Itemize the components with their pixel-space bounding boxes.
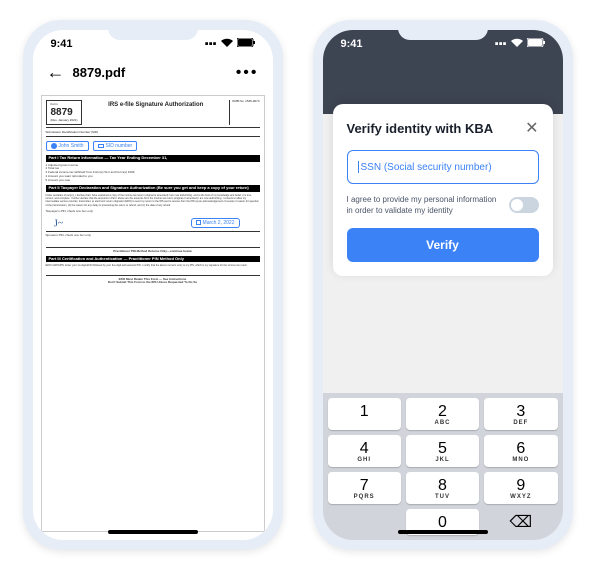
status-icons: ▪▪▪ xyxy=(495,38,545,50)
phone-frame-left: 9:41 ▪▪▪ ← 8879.pdf ••• Form 88 xyxy=(23,20,283,550)
kba-modal: Verify identity with KBA ✕ SSN (Social s… xyxy=(333,104,553,276)
footer-2: Don't Submit This Form to the IRS Unless… xyxy=(46,281,260,285)
form-number: 8879 xyxy=(51,107,78,119)
calendar-icon xyxy=(196,220,201,225)
screen-right: 9:41 ▪▪▪ Verify identity with KBA ✕ SSN … xyxy=(323,30,563,540)
battery-icon xyxy=(237,38,255,50)
taxpayer-pin-label: Taxpayer's PIN: check one box only xyxy=(46,210,260,214)
key-2[interactable]: 2ABC xyxy=(406,398,479,430)
back-arrow-icon[interactable]: ← xyxy=(47,62,65,83)
name-field[interactable]: John Smith xyxy=(46,141,89,151)
user-icon xyxy=(51,143,57,149)
home-indicator[interactable] xyxy=(398,530,488,534)
sid-field[interactable]: SID number xyxy=(93,141,138,151)
wifi-icon xyxy=(221,38,233,50)
part2-header: Part II Taxpayer Declaration and Signatu… xyxy=(46,185,260,192)
ssn-input[interactable]: SSN (Social security number) xyxy=(347,150,539,184)
ero-sig-line xyxy=(46,270,260,276)
part3-header: Part III Certification and Authenticatio… xyxy=(46,256,260,263)
key-1[interactable]: 1 xyxy=(328,398,401,430)
spouse-sig-line xyxy=(46,240,260,248)
form-title: IRS e-file Signature Authorization xyxy=(82,100,229,125)
toggle-knob xyxy=(511,199,523,211)
id-icon xyxy=(98,144,104,148)
phone-frame-right: 9:41 ▪▪▪ Verify identity with KBA ✕ SSN … xyxy=(313,20,573,550)
key-8[interactable]: 8TUV xyxy=(406,472,479,504)
key-7[interactable]: 7PQRS xyxy=(328,472,401,504)
part3-body: ERO's EFIN/PIN. Enter your six-digit EFI… xyxy=(46,264,260,267)
form-8879: Form 8879 (Rev. January 2021) IRS e-file… xyxy=(41,95,265,532)
pin-method-label: Practitioner PIN Method Returns Only—con… xyxy=(46,250,260,254)
home-indicator[interactable] xyxy=(108,530,198,534)
battery-icon xyxy=(527,38,545,50)
text-cursor xyxy=(358,161,359,173)
form-number-box: Form 8879 (Rev. January 2021) xyxy=(46,100,83,125)
verify-button[interactable]: Verify xyxy=(347,228,539,262)
part1-body: 1 Adjusted gross income2 Total tax3 Fede… xyxy=(46,164,260,183)
status-time: 9:41 xyxy=(341,38,363,50)
screen-left: 9:41 ▪▪▪ ← 8879.pdf ••• Form 88 xyxy=(33,30,273,540)
key-delete[interactable]: ⌫ xyxy=(484,509,557,535)
status-icons: ▪▪▪ xyxy=(205,38,255,50)
close-icon[interactable]: ✕ xyxy=(525,118,538,138)
signature-mark: J~ xyxy=(53,217,63,229)
consent-toggle[interactable] xyxy=(509,197,539,213)
key-blank xyxy=(328,509,401,535)
status-time: 9:41 xyxy=(51,38,73,50)
spouse-sig-label: Spouse's PIN: check one box only xyxy=(46,234,260,238)
document-title: 8879.pdf xyxy=(73,65,236,80)
backspace-icon: ⌫ xyxy=(510,512,533,532)
part2-body: Under penalties of perjury, I declare th… xyxy=(46,194,260,207)
header-bar: ← 8879.pdf ••• xyxy=(33,54,273,91)
part1-header: Part I Tax Return Information — Tax Year… xyxy=(46,155,260,162)
consent-text: I agree to provide my personal informati… xyxy=(347,194,501,216)
signal-icon: ▪▪▪ xyxy=(205,38,217,50)
more-options-icon[interactable]: ••• xyxy=(236,64,259,82)
numeric-keypad: 1 2ABC 3DEF 4GHI 5JKL 6MNO 7PQRS 8TUV 9W… xyxy=(323,393,563,540)
key-4[interactable]: 4GHI xyxy=(328,435,401,467)
key-5[interactable]: 5JKL xyxy=(406,435,479,467)
document-viewport[interactable]: Form 8879 (Rev. January 2021) IRS e-file… xyxy=(33,91,273,540)
signature-line: J~ March 2, 2022 xyxy=(46,220,260,232)
key-6[interactable]: 6MNO xyxy=(484,435,557,467)
key-9[interactable]: 9WXYZ xyxy=(484,472,557,504)
modal-title: Verify identity with KBA xyxy=(347,121,494,136)
date-field[interactable]: March 2, 2022 xyxy=(191,218,240,228)
key-3[interactable]: 3DEF xyxy=(484,398,557,430)
wifi-icon xyxy=(511,38,523,50)
notch xyxy=(398,20,488,40)
signal-icon: ▪▪▪ xyxy=(495,38,507,50)
notch xyxy=(108,20,198,40)
